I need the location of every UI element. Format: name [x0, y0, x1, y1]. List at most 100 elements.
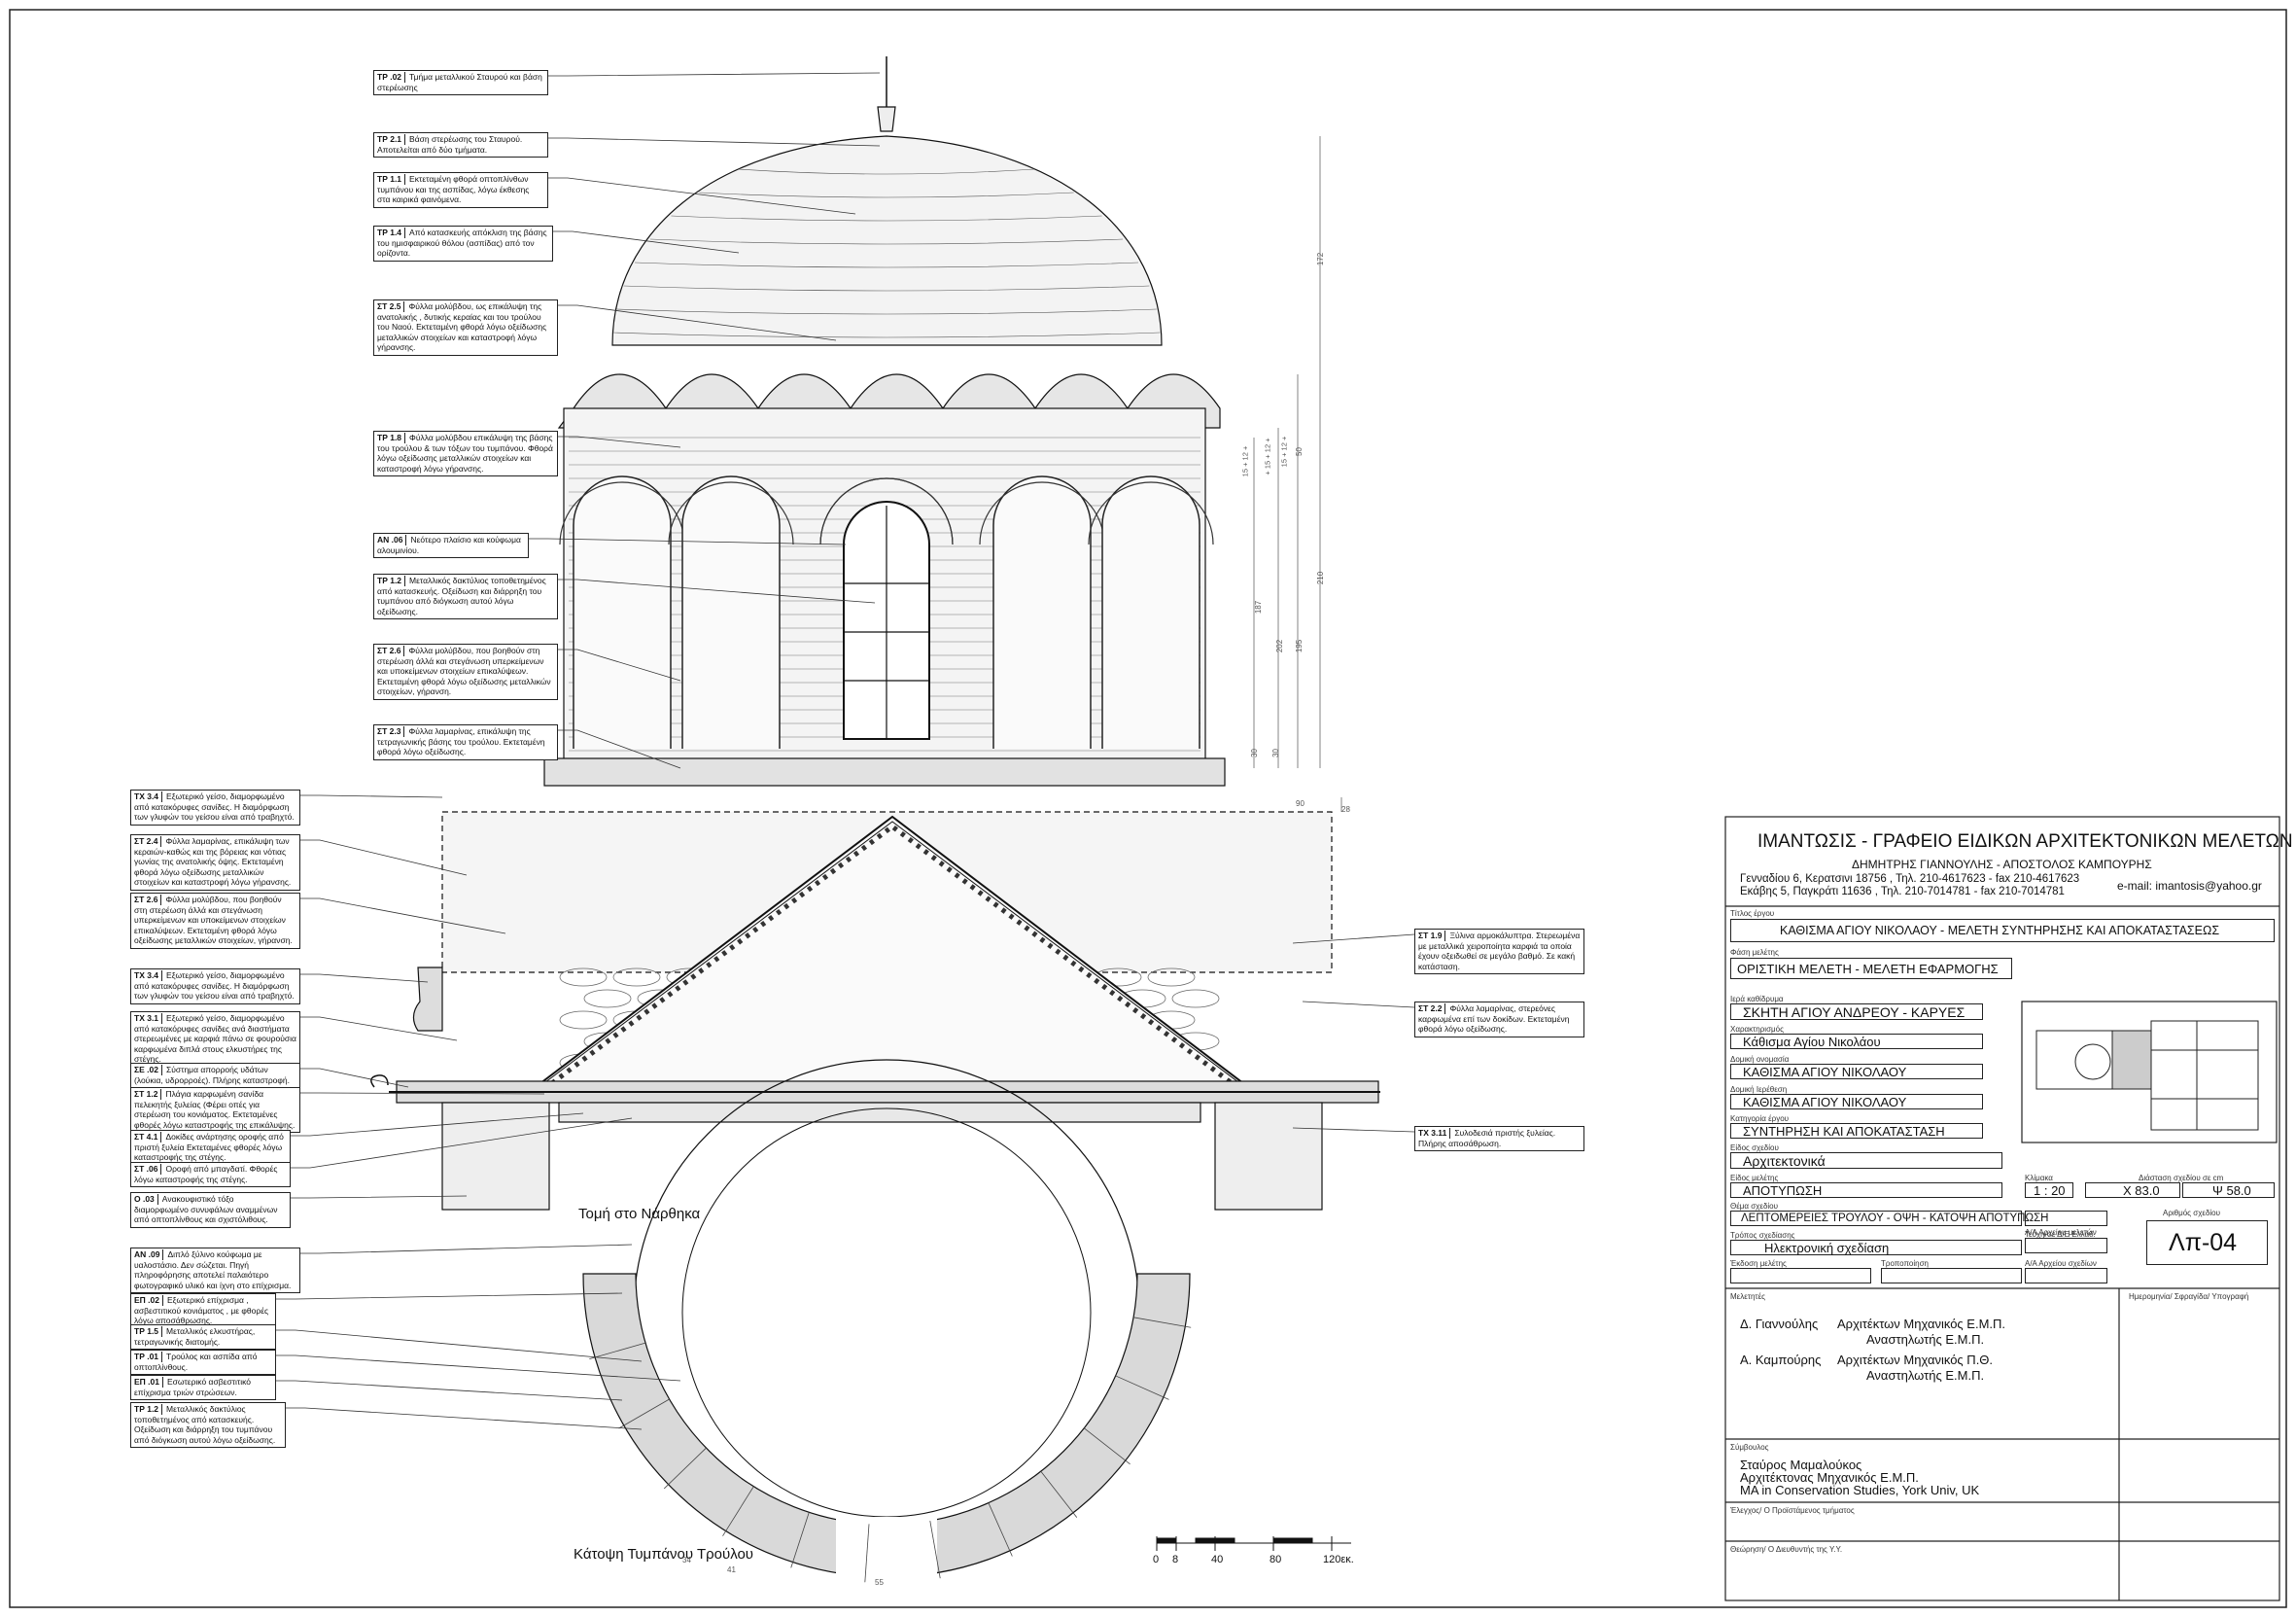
- annotation-note: ΤΡ 1.1 Εκτεταμένη φθορά οπτοπλίνθων τυμπά…: [373, 172, 548, 208]
- plan-label: Κάτοψη Τυμπάνου Τρούλου: [574, 1546, 754, 1563]
- study: ΑΠΟΤΥΠΩΣΗ: [1743, 1183, 1823, 1198]
- scale: 1 : 20: [2034, 1183, 2066, 1198]
- scale-tick-label: 80: [1270, 1554, 1282, 1565]
- annotation-code: ΤΡ 1.8: [377, 433, 406, 443]
- annotation-note: ΣΕ .02 Σύστημα απορροής υδάτων (λούκια, υ…: [130, 1063, 300, 1088]
- dim-x: Χ 83.0: [2123, 1183, 2160, 1198]
- type: Αρχιτεκτονικά: [1743, 1153, 1826, 1169]
- dimension-label: 90: [1296, 799, 1305, 808]
- annotation-code: ΣΤ 2.2: [1418, 1003, 1446, 1014]
- designer-2-role-2: Αναστηλωτής Ε.Μ.Π.: [1866, 1368, 1985, 1383]
- study-box: ΑΠΟΤΥΠΩΣΗ: [1730, 1182, 2002, 1198]
- method-label: Τρόπος σχεδίασης: [1730, 1231, 1795, 1240]
- annotation-note: ΤΧ 3.4 Εξωτερικό γείσο, διαμορφωμένο από …: [130, 790, 300, 826]
- annotation-code: ΤΧ 3.4: [134, 791, 163, 802]
- annotation-code: ΣΕ .02: [134, 1065, 162, 1075]
- office-address-1: Γενναδίου 6, Κερατσινι 18756 , Τηλ. 210-…: [1740, 873, 2080, 885]
- category-label: Κατηγορία έργου: [1730, 1114, 1790, 1123]
- dimension-label: 210: [1316, 571, 1326, 585]
- plan-window-opening: [836, 1517, 937, 1585]
- annotation-note: ΤΡ .01 Τρούλος και ασπίδα από οπτοπλίνθου…: [130, 1350, 276, 1375]
- annotation-code: ΕΠ .01: [134, 1377, 163, 1388]
- method: Ηλεκτρονική σχεδίαση: [1764, 1241, 1890, 1255]
- location-box: Κάθισμα Αγίου Νικολάου: [1730, 1034, 1983, 1049]
- associate-label: Σύμβουλος: [1730, 1443, 1769, 1452]
- annotation-note: ΤΡ 1.8 Φύλλα μολύβδου επικάλυψη της βάσης…: [373, 431, 558, 476]
- scale-box: 1 : 20: [2025, 1182, 2073, 1198]
- phase-label: Φάση μελέτης: [1730, 948, 1779, 957]
- office-address-2: Εκάβης 5, Παγκράτι 11636 , Τηλ. 210-7014…: [1740, 886, 2065, 897]
- plan-inner-circle: [681, 1107, 1092, 1518]
- archive-drawings-box: [2025, 1268, 2107, 1283]
- designer-2-role-1: Αρχιτέκτων Μηχανικός Π.Θ.: [1837, 1353, 1994, 1367]
- annotation-code: ΤΡ 1.2: [377, 576, 406, 586]
- category: ΣΥΝΤΗΡΗΣΗ ΚΑΙ ΑΠΟΚΑΤΑΣΤΑΣΗ: [1743, 1124, 1945, 1139]
- dimension-label: 15 + 12 +: [1240, 445, 1250, 477]
- annotation-note: ΤΧ 3.4 Εξωτερικό γείσο, διαμορφωμένο από …: [130, 968, 300, 1004]
- annotation-note: ΣΤ 1.9 Ξύλινα αρμοκάλυπτρα. Στερεωμένα με…: [1414, 929, 1584, 974]
- building: ΚΑΘΙΣΜΑ ΑΓΙΟΥ ΝΙΚΟΛΑΟΥ: [1743, 1095, 1907, 1109]
- building-label: Δομική Ιερέθεση: [1730, 1085, 1788, 1094]
- dimension-label: 202: [1275, 639, 1285, 653]
- annotation-note: ΣΤ 4.1 Δοκίδες ανάρτησης οροφής από πριστ…: [130, 1130, 291, 1166]
- study-label: Είδος μελέτης: [1730, 1174, 1779, 1182]
- annotation-code: ΤΡ 1.1: [377, 174, 406, 185]
- annotation-code: ΣΤ 2.3: [377, 726, 405, 737]
- annotation-note: ΤΧ 3.11 Συλοδεσιά πριστής ξυλείας. Πλήρης…: [1414, 1126, 1584, 1151]
- left-wall: [441, 1102, 550, 1211]
- phase: ΟΡΙΣΤΙΚΗ ΜΕΛΕΤΗ - ΜΕΛΕΤΗ ΕΦΑΡΜΟΓΗΣ: [1737, 962, 1999, 976]
- revision-label: Τροποποίηση: [1881, 1259, 1929, 1268]
- annotation-code: ΤΡ .02: [377, 72, 406, 83]
- annotation-code: ΤΡ 1.5: [134, 1326, 163, 1337]
- annotation-note: ΣΤ 2.6 Φύλλα μολύβδου, που βοηθούν στη στ…: [130, 893, 300, 949]
- ceiling-beam: [558, 1102, 1201, 1123]
- type-label: Είδος σχεδίου: [1730, 1143, 1779, 1152]
- dimension-label: 30: [1249, 749, 1259, 757]
- owner: ΚΑΘΙΣΜΑ ΑΓΙΟΥ ΝΙΚΟΛΑΟΥ: [1743, 1065, 1907, 1079]
- scale-tick-label: 120εκ.: [1323, 1554, 1354, 1565]
- dim-y: Ψ 58.0: [2212, 1183, 2251, 1198]
- dimension-label: 172: [1316, 252, 1326, 266]
- scale-label: Κλίμακα: [2025, 1174, 2053, 1182]
- drawing-number: Λπ-04: [2169, 1229, 2238, 1256]
- category-box: ΣΥΝΤΗΡΗΣΗ ΚΑΙ ΑΠΟΚΑΤΑΣΤΑΣΗ: [1730, 1123, 1983, 1139]
- office-principals: ΔΗΜΗΤΡΗΣ ΓΙΑΝΝΟΥΛΗΣ - ΑΠΟΣΤΟΛΟΣ ΚΑΜΠΟΥΡΗ…: [1852, 858, 2152, 871]
- designer-1-name: Δ. Γιαννούλης: [1740, 1317, 1819, 1331]
- annotation-code: ΤΡ 1.2: [134, 1404, 163, 1415]
- office-email: e-mail: imantosis@yahoo.gr: [2117, 879, 2262, 893]
- owner-label: Δομική ονομασία: [1730, 1055, 1790, 1064]
- drawing-title: ΛΕΠΤΟΜΕΡΕΙΕΣ ΤΡΟΥΛΟΥ - ΟΨΗ - ΚΑΤΟΨΗ ΑΠΟΤ…: [1741, 1213, 2049, 1224]
- number-box: Λπ-04: [2146, 1220, 2268, 1265]
- annotation-note: ΤΡ 1.4 Από κατασκευής απόκλιση της βάσης …: [373, 226, 553, 262]
- check-label: Έλεγχος/ Ο Προϊστάμενος τμήματος: [1730, 1506, 1855, 1515]
- method-box: Ηλεκτρονική σχεδίαση: [1730, 1240, 2022, 1255]
- dim-y-box: Ψ 58.0: [2182, 1182, 2275, 1198]
- office-name: ΙΜΑΝΤΩΣΙΣ - ΓΡΑΦΕΙΟ ΕΙΔΙΚΩΝ ΑΡΧΙΤΕΚΤΟΝΙΚ…: [1757, 831, 2293, 852]
- annotation-note: ΤΡ .02 Τμήμα μεταλλικού Σταυρού και βάση …: [373, 70, 548, 95]
- drum-base: [543, 757, 1226, 787]
- project-title-label: Τίτλος έργου: [1730, 909, 1775, 918]
- annotation-note: ΣΤ 2.5 Φύλλα μολύβδου, ως επικάλυψη της α…: [373, 299, 558, 356]
- dimension-label: 195: [1295, 639, 1305, 653]
- annotation-code: ΤΡ 1.4: [377, 228, 406, 238]
- scale-bar: [1156, 1536, 1351, 1551]
- annotation-code: ΤΡ .01: [134, 1352, 163, 1362]
- drum-plan: [582, 1059, 1192, 1585]
- annotation-code: ΣΤ 2.6: [377, 646, 405, 656]
- annotation-code: ΣΤ 4.1: [134, 1132, 162, 1142]
- annotation-note: ΤΡ 1.2 Μεταλλικός δακτύλιος τοποθετημένος…: [373, 574, 558, 619]
- narthex-section: [370, 811, 1380, 1211]
- side-cornice: [412, 967, 443, 1032]
- annotation-note: ΤΡ 2.1 Βάση στερέωσης του Σταυρού. Αποτελ…: [373, 132, 548, 158]
- annotation-note: Ο .03 Ανακουφιστικό τόξο διαμορφωμένο συν…: [130, 1192, 291, 1228]
- annotation-code: ΤΧ 3.1: [134, 1013, 163, 1024]
- annotation-note: ΤΡ 1.2 Μεταλλικός δακτύλιος τοποθετημένος…: [130, 1402, 286, 1448]
- dimension-label: 15 + 12 +: [1279, 436, 1289, 468]
- annotation-note: ΤΡ 1.5 Μεταλλικός ελκυστήρας, τετραγωνική…: [130, 1324, 276, 1350]
- right-wall: [1214, 1102, 1323, 1211]
- dims-label: Διάσταση σχεδίου σε cm: [2139, 1174, 2224, 1182]
- sacred-box: ΣΚΗΤΗ ΑΓΙΟΥ ΑΝΔΡΕΟΥ - ΚΑΡΥΕΣ: [1730, 1003, 1983, 1020]
- project-title: ΚΑΘΙΣΜΑ ΑΓΙΟΥ ΝΙΚΟΛΑΟΥ - ΜΕΛΕΤΗ ΣΥΝΤΗΡΗΣ…: [1780, 924, 2220, 937]
- annotation-note: ΑΝ .06 Νεότερο πλαίσιο και κούφωμα αλουμι…: [373, 533, 529, 558]
- drawing-title-box: ΛΕΠΤΟΜΕΡΕΙΕΣ ΤΡΟΥΛΟΥ - ΟΨΗ - ΚΑΤΟΨΗ ΑΠΟΤ…: [1730, 1211, 2049, 1226]
